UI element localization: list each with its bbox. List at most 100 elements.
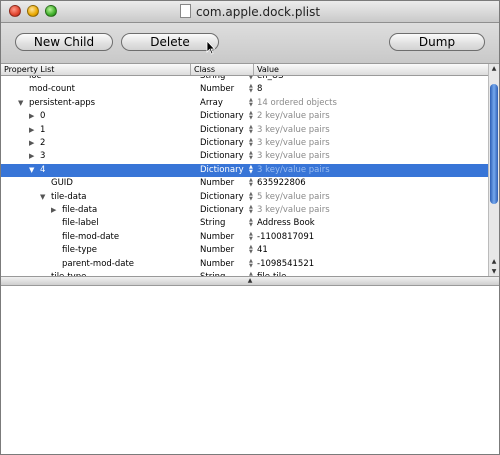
window-title: com.apple.dock.plist (195, 5, 321, 19)
split-view-divider[interactable]: ▲ (1, 276, 499, 286)
disclosure-triangle-closed-icon[interactable]: ▶ (29, 137, 34, 150)
mouse-pointer-icon (206, 40, 216, 55)
scroll-down-arrow-icon[interactable]: ▼ (489, 268, 499, 275)
table-row[interactable]: ▶ file-data Dictionary ▲ ▼ 3 key/value pairs (1, 204, 489, 217)
row-value[interactable]: 3 key/value pairs (257, 150, 330, 163)
table-row[interactable]: file-mod-date Number ▲ ▼ -1100817091 (1, 231, 489, 244)
class-stepper-icon[interactable]: ▲▼ (249, 97, 253, 108)
row-value[interactable]: 8 (257, 83, 262, 96)
row-key: mod-count (29, 84, 75, 95)
column-header-class[interactable]: Class (191, 64, 254, 75)
class-stepper-icon[interactable]: ▲▼ (249, 218, 253, 228)
table-row[interactable]: mod-count Number ▲ ▼ 8 (1, 83, 489, 96)
column-header-property-list[interactable]: Property List (1, 64, 191, 75)
row-value[interactable]: 41 (257, 244, 268, 257)
row-value[interactable]: 3 key/value pairs (257, 137, 330, 150)
row-class[interactable]: Array (200, 97, 223, 110)
row-class[interactable]: Dictionary (200, 110, 244, 123)
row-value[interactable]: 635922806 (257, 177, 306, 190)
disclosure-triangle-closed-icon[interactable]: ▶ (29, 110, 34, 123)
row-value[interactable]: 14 ordered objects (257, 97, 337, 110)
column-header-value[interactable]: Value (254, 64, 489, 75)
row-class[interactable]: Dictionary (200, 191, 244, 204)
row-class[interactable]: Dictionary (200, 124, 244, 137)
disclosure-triangle-closed-icon[interactable]: ▶ (51, 204, 56, 217)
row-value[interactable]: -1098541521 (257, 258, 314, 271)
row-key: parent-mod-date (62, 258, 135, 269)
title-bar[interactable]: com.apple.dock.plist (1, 1, 499, 23)
class-stepper-icon[interactable]: ▲▼ (249, 151, 253, 161)
row-class[interactable]: Number (200, 244, 234, 257)
plist-editor-window: com.apple.dock.plist New Child Delete Du… (0, 0, 500, 455)
disclosure-triangle-open-icon[interactable]: ▼ (29, 164, 34, 177)
class-stepper-icon[interactable]: ▲▼ (249, 258, 253, 269)
row-value[interactable]: en_US (257, 76, 283, 83)
class-stepper-icon[interactable]: ▲▼ (249, 84, 253, 94)
row-class[interactable]: Dictionary (200, 164, 244, 177)
text-editor-pane[interactable] (1, 286, 499, 454)
dump-button[interactable]: Dump (389, 33, 485, 51)
table-row[interactable]: ▶ 0 Dictionary ▲ ▼ 2 key/value pairs (1, 110, 489, 123)
row-value[interactable]: -1100817091 (257, 231, 314, 244)
table-row[interactable]: ▼ tile-data Dictionary ▲ ▼ 5 key/value pairs (1, 191, 489, 204)
table-row[interactable]: ▶ 3 Dictionary ▲ ▼ 3 key/value pairs (1, 150, 489, 163)
row-key: 1 (40, 124, 46, 135)
row-key: file-data (62, 205, 98, 215)
window-title-group: com.apple.dock.plist (1, 4, 499, 19)
disclosure-triangle-closed-icon[interactable]: ▶ (29, 124, 34, 137)
delete-button[interactable]: Delete (121, 33, 219, 51)
property-list-table: Property List Class Value locString▲▼en_… (1, 63, 499, 277)
row-value[interactable]: 5 key/value pairs (257, 191, 330, 204)
row-class[interactable]: Number (200, 231, 234, 244)
row-value[interactable]: 2 key/value pairs (257, 110, 330, 123)
scroll-thumb[interactable] (490, 84, 498, 204)
row-class[interactable]: Number (200, 258, 234, 271)
vertical-scrollbar[interactable]: ▲ ▲ ▼ (488, 64, 499, 277)
table-row[interactable]: file-type Number ▲ ▼ 41 (1, 244, 489, 257)
class-stepper-icon[interactable]: ▲▼ (249, 124, 253, 135)
table-row[interactable]: ▶ 2 Dictionary ▲ ▼ 3 key/value pairs (1, 137, 489, 150)
document-icon (179, 4, 191, 18)
class-stepper-icon[interactable]: ▲▼ (249, 164, 253, 175)
row-value[interactable]: 3 key/value pairs (257, 124, 330, 137)
row-class[interactable]: Dictionary (200, 204, 244, 217)
row-class[interactable]: Dictionary (200, 137, 244, 150)
table-row[interactable]: file-label String ▲ ▼ Address Book (1, 217, 489, 230)
table-row[interactable]: GUID Number ▲ ▼ 635922806 (1, 177, 489, 190)
class-stepper-icon[interactable]: ▲▼ (249, 245, 253, 255)
table-row[interactable]: ▼ persistent-apps Array ▲ ▼ 14 ordered object… (1, 97, 489, 110)
row-class[interactable]: String (200, 217, 225, 230)
disclosure-triangle-open-icon[interactable]: ▼ (18, 97, 23, 110)
row-value[interactable]: Address Book (257, 217, 315, 230)
row-value[interactable]: 3 key/value pairs (257, 204, 330, 217)
table-row[interactable]: loc String ▲▼ en_US (1, 76, 489, 83)
row-value[interactable]: 3 key/value pairs (257, 164, 330, 177)
row-key: persistent-apps (29, 97, 96, 108)
class-stepper-icon[interactable]: ▲▼ (249, 191, 253, 202)
row-key: file-type (62, 245, 98, 256)
table-row[interactable]: parent-mod-date Number ▲ ▼ -1098541521 (1, 258, 489, 271)
class-stepper-icon[interactable]: ▲▼ (249, 138, 253, 148)
scroll-up-arrow-icon[interactable]: ▲ (489, 65, 499, 72)
row-key: GUID (51, 178, 73, 189)
row-key: file-label (62, 218, 99, 229)
disclosure-triangle-closed-icon[interactable]: ▶ (29, 150, 34, 163)
row-class[interactable]: Number (200, 83, 234, 96)
table-row[interactable]: ▶ 1 Dictionary ▲ ▼ 3 key/value pairs (1, 124, 489, 137)
table-header: Property List Class Value (1, 64, 489, 76)
new-child-button[interactable]: New Child (15, 33, 113, 51)
row-class[interactable]: String (200, 76, 225, 83)
class-stepper-icon[interactable]: ▲▼ (249, 111, 253, 121)
disclosure-triangle-open-icon[interactable]: ▼ (40, 191, 45, 204)
row-key: 3 (40, 151, 46, 162)
row-class[interactable]: Dictionary (200, 150, 244, 163)
table-row[interactable]: ▼ 4 Dictionary ▲ ▼ 3 key/value pairs (1, 163, 489, 177)
class-stepper-icon[interactable]: ▲▼ (249, 231, 253, 242)
class-stepper-icon[interactable]: ▲▼ (249, 76, 253, 81)
row-class[interactable]: Number (200, 177, 234, 190)
toolbar: New Child Delete Dump (1, 23, 499, 64)
class-stepper-icon[interactable]: ▲▼ (249, 178, 253, 188)
class-stepper-icon[interactable]: ▲▼ (249, 205, 253, 215)
row-key: 0 (40, 111, 46, 122)
scroll-up-arrow-icon[interactable]: ▲ (489, 258, 499, 265)
